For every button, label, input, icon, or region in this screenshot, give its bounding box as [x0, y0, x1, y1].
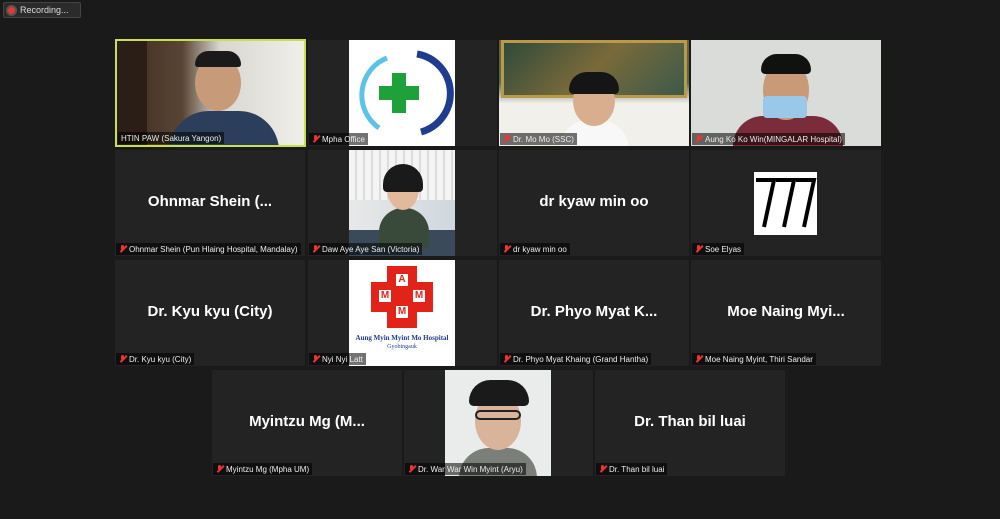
participant-name-label: dr kyaw min oo [500, 243, 570, 255]
participant-name-label: Dr. Than bil luai [596, 463, 668, 475]
participant-tile[interactable]: Soe Elyas [691, 150, 881, 256]
video-feed [349, 150, 455, 256]
logo-letter: A [396, 274, 408, 286]
participant-name-label: Moe Naing Myint, Thiri Sandar [692, 353, 816, 365]
participant-tile[interactable]: Myintzu Mg (M... Myintzu Mg (Mpha UM) [212, 370, 402, 476]
muted-mic-icon [695, 135, 702, 143]
recording-label: Recording... [20, 5, 69, 15]
participant-tile[interactable]: Dr. Kyu kyu (City) Dr. Kyu kyu (City) [115, 260, 305, 366]
participant-name-label: Dr. Mo Mo (SSC) [500, 133, 577, 145]
participant-tile[interactable]: dr kyaw min oo dr kyaw min oo [499, 150, 689, 256]
participant-tile[interactable]: Moe Naing Myi... Moe Naing Myint, Thiri … [691, 260, 881, 366]
participant-name-label: Soe Elyas [692, 243, 745, 255]
participant-tile[interactable]: A M M M Aung Myin Myint Mo Hospital Gyob… [308, 260, 497, 366]
hospital-logo: A M M M Aung Myin Myint Mo Hospital Gyob… [349, 260, 455, 366]
participant-tile[interactable]: Dr. War War Win Myint (Aryu) [404, 370, 593, 476]
participant-name-label: Ohnmar Shein (Pun Hlaing Hospital, Manda… [116, 243, 301, 255]
muted-mic-icon [312, 355, 319, 363]
muted-mic-icon [503, 355, 510, 363]
participant-name-label: Dr. Phyo Myat Khaing (Grand Hantha) [500, 353, 652, 365]
participant-tile[interactable]: HTIN PAW (Sakura Yangon) [115, 39, 306, 147]
muted-mic-icon [503, 245, 510, 253]
muted-mic-icon [695, 355, 702, 363]
muted-mic-icon [503, 135, 510, 143]
hospital-logo-name: Aung Myin Myint Mo Hospital [355, 334, 449, 342]
participant-tile[interactable]: Dr. Than bil luai Dr. Than bil luai [595, 370, 785, 476]
muted-mic-icon [119, 245, 126, 253]
video-feed [117, 41, 304, 145]
muted-mic-icon [408, 465, 415, 473]
participant-name-label: Daw Aye Aye San (Victoria) [309, 243, 423, 255]
participant-tile[interactable]: Aung Ko Ko Win(MINGALAR Hospital) [691, 40, 881, 146]
muted-mic-icon [599, 465, 606, 473]
participant-name-label: HTIN PAW (Sakura Yangon) [118, 132, 225, 144]
participant-tile[interactable]: Mpha Office [308, 40, 497, 146]
participant-tile[interactable]: Ohnmar Shein (... Ohnmar Shein (Pun Hlai… [115, 150, 305, 256]
participant-name-label: Aung Ko Ko Win(MINGALAR Hospital) [692, 133, 845, 145]
participant-display-name: Myintzu Mg (M... [249, 413, 365, 431]
recording-indicator[interactable]: Recording... [3, 2, 81, 18]
muted-mic-icon [216, 465, 223, 473]
participant-name-label: Mpha Office [309, 133, 368, 145]
muted-mic-icon [312, 135, 319, 143]
mpha-logo-icon [359, 50, 454, 136]
participant-name-label: Dr. War War Win Myint (Aryu) [405, 463, 526, 475]
participant-tile[interactable]: Dr. Phyo Myat K... Dr. Phyo Myat Khaing … [499, 260, 689, 366]
soe-logo-icon [754, 172, 817, 235]
muted-mic-icon [695, 245, 702, 253]
participant-display-name: Dr. Than bil luai [634, 413, 746, 431]
video-feed [349, 40, 455, 146]
muted-mic-icon [119, 355, 126, 363]
participant-name-label: Dr. Kyu kyu (City) [116, 353, 195, 365]
participant-display-name: Ohnmar Shein (... [147, 193, 273, 211]
logo-letter: M [413, 290, 425, 302]
record-icon [8, 6, 15, 14]
participant-display-name: Dr. Kyu kyu (City) [147, 303, 273, 321]
participant-name-label: Nyi Nyi Latt [309, 353, 366, 365]
video-feed [691, 40, 881, 146]
participant-tile[interactable]: Daw Aye Aye San (Victoria) [308, 150, 497, 256]
participant-name-label: Myintzu Mg (Mpha UM) [213, 463, 313, 475]
video-feed [499, 40, 689, 146]
logo-letter: M [379, 290, 391, 302]
participant-display-name: Moe Naing Myi... [727, 303, 845, 321]
participant-display-name: Dr. Phyo Myat K... [530, 303, 658, 321]
video-feed [445, 370, 551, 476]
participant-display-name: dr kyaw min oo [539, 193, 649, 211]
logo-letter: M [396, 306, 408, 318]
participant-tile[interactable]: Dr. Mo Mo (SSC) [499, 40, 689, 146]
muted-mic-icon [312, 245, 319, 253]
hospital-logo-city: Gyobingauk [387, 344, 417, 350]
